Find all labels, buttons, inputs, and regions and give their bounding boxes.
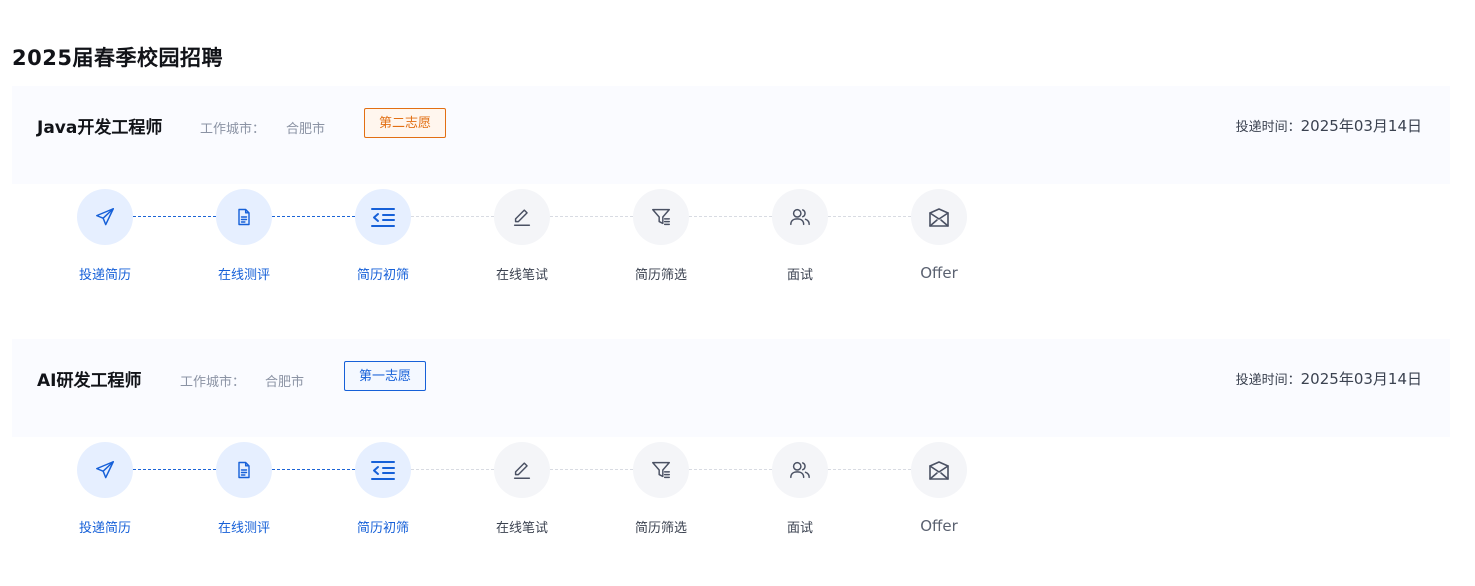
job-card-header: AI研发工程师 工作城市： 合肥市 第一志愿 投递时间：2025年03月14日 bbox=[12, 339, 1450, 437]
list-indent-icon bbox=[355, 189, 411, 245]
job-card: AI研发工程师 工作城市： 合肥市 第一志愿 投递时间：2025年03月14日投递简历 在… bbox=[12, 339, 1450, 559]
submit-time: 投递时间：2025年03月14日 bbox=[1236, 115, 1422, 136]
progress-step: 在线测评 bbox=[184, 189, 304, 283]
step-label: 投递简历 bbox=[78, 521, 131, 536]
step-label: 投递简历 bbox=[78, 268, 131, 283]
job-card: Java开发工程师 工作城市： 合肥市 第二志愿 投递时间：2025年03月14日投递简… bbox=[12, 86, 1450, 306]
step-label: Offer bbox=[920, 264, 958, 282]
page-title: 2025届春季校园招聘 bbox=[12, 46, 223, 70]
step-label: 面试 bbox=[786, 521, 813, 536]
progress-step: 简历初筛 bbox=[323, 189, 443, 283]
users-icon bbox=[772, 442, 828, 498]
submit-time-label: 投递时间： bbox=[1235, 120, 1301, 135]
pen-icon bbox=[494, 442, 550, 498]
progress-step: 简历初筛 bbox=[323, 442, 443, 536]
job-title[interactable]: Java开发工程师 bbox=[37, 113, 162, 138]
progress-step: Offer bbox=[879, 189, 999, 282]
progress-step: 在线测评 bbox=[184, 442, 304, 536]
work-city-label: 工作城市： bbox=[180, 375, 246, 390]
submit-time-label: 投递时间： bbox=[1235, 373, 1301, 388]
work-city-value: 合肥市 bbox=[286, 122, 326, 137]
submit-time-value: 2025年03月14日 bbox=[1300, 370, 1422, 388]
mail-icon bbox=[911, 189, 967, 245]
job-title[interactable]: AI研发工程师 bbox=[37, 366, 141, 391]
choice-badge: 第一志愿 bbox=[344, 361, 427, 391]
list-indent-icon bbox=[355, 442, 411, 498]
step-label: 面试 bbox=[786, 268, 813, 283]
progress-step: 在线笔试 bbox=[462, 189, 582, 283]
progress-step: 投递简历 bbox=[45, 189, 165, 283]
document-icon bbox=[216, 442, 272, 498]
pen-icon bbox=[494, 189, 550, 245]
send-icon bbox=[77, 442, 133, 498]
work-city-value: 合肥市 bbox=[265, 375, 305, 390]
choice-badge: 第二志愿 bbox=[364, 108, 447, 138]
filter-icon bbox=[633, 442, 689, 498]
filter-icon bbox=[633, 189, 689, 245]
send-icon bbox=[77, 189, 133, 245]
progress-step: 面试 bbox=[740, 189, 860, 283]
application-page: 2025届春季校园招聘 Java开发工程师 工作城市： 合肥市 第二志愿 投递时间：20… bbox=[0, 0, 1475, 586]
document-icon bbox=[216, 189, 272, 245]
step-label: 简历筛选 bbox=[634, 268, 687, 283]
step-label: 简历筛选 bbox=[634, 521, 687, 536]
users-icon bbox=[772, 189, 828, 245]
job-card-header: Java开发工程师 工作城市： 合肥市 第二志愿 投递时间：2025年03月14日 bbox=[12, 86, 1450, 184]
progress-step: 简历筛选 bbox=[601, 442, 721, 536]
step-label: 简历初筛 bbox=[356, 268, 409, 283]
submit-time-value: 2025年03月14日 bbox=[1300, 117, 1422, 135]
progress-step: 简历筛选 bbox=[601, 189, 721, 283]
step-label: 在线测评 bbox=[217, 268, 270, 283]
step-label: 简历初筛 bbox=[356, 521, 409, 536]
work-city-label: 工作城市： bbox=[200, 122, 266, 137]
step-label: Offer bbox=[920, 517, 958, 535]
step-label: 在线笔试 bbox=[495, 268, 548, 283]
progress-step: 投递简历 bbox=[45, 442, 165, 536]
step-label: 在线笔试 bbox=[495, 521, 548, 536]
submit-time: 投递时间：2025年03月14日 bbox=[1236, 368, 1422, 389]
progress-step: 在线笔试 bbox=[462, 442, 582, 536]
progress-step: 面试 bbox=[740, 442, 860, 536]
step-label: 在线测评 bbox=[217, 521, 270, 536]
progress-step: Offer bbox=[879, 442, 999, 535]
mail-icon bbox=[911, 442, 967, 498]
